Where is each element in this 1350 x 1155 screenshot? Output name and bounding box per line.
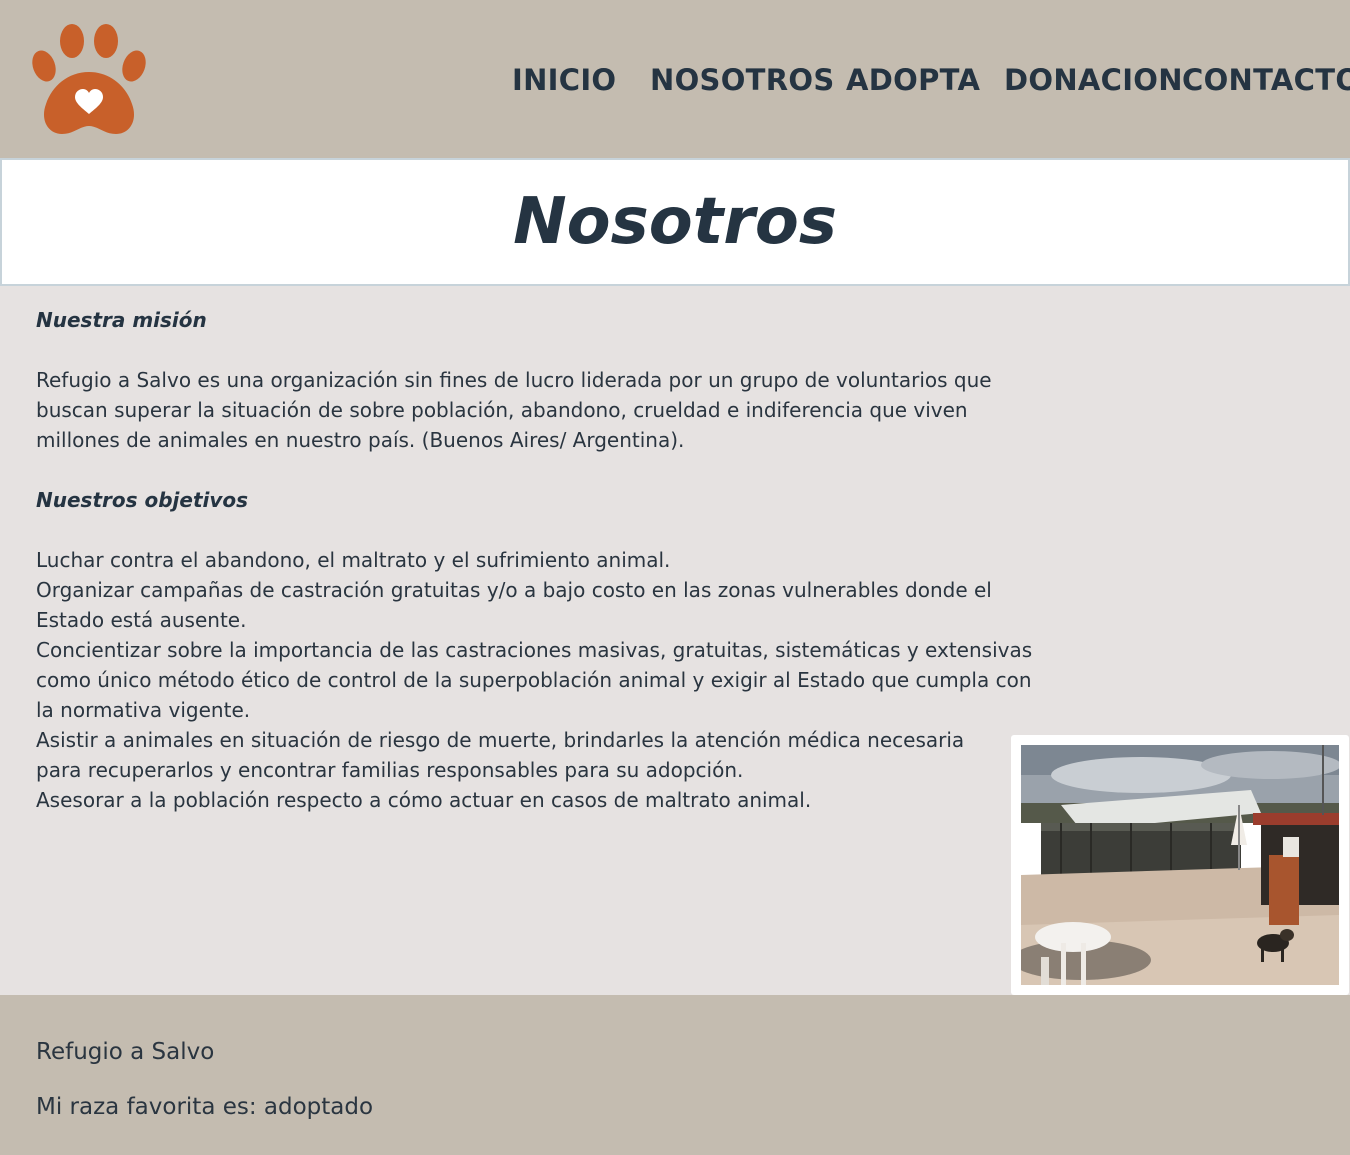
objectives-heading: Nuestros objetivos (36, 488, 249, 512)
shelter-photo-image (1021, 745, 1339, 985)
mission-text: Refugio a Salvo es una organización sin … (36, 368, 992, 452)
footer-name: Refugio a Salvo (36, 1039, 215, 1065)
objective-item: Luchar contra el abandono, el maltrato y… (36, 548, 671, 572)
shelter-photo-frame (1011, 735, 1349, 995)
nav-contacto[interactable]: CONTACTO (1182, 62, 1350, 98)
title-band: Nosotros (0, 158, 1350, 286)
objective-item: Asistir a animales en situación de riesg… (36, 728, 965, 782)
footer-tagline: Mi raza favorita es: adoptado (36, 1094, 374, 1120)
shelter-photo (1021, 745, 1339, 985)
mission-heading: Nuestra misión (36, 308, 207, 332)
nav-donacion[interactable]: DONACION (1004, 62, 1183, 98)
objective-item: Organizar campañas de castración gratuit… (36, 578, 992, 632)
nav-nosotros[interactable]: NOSOTROS (650, 62, 835, 98)
page-title: Nosotros (513, 185, 837, 259)
main-nav: INICIO NOSOTROS ADOPTA DONACION CONTACTO (0, 62, 1350, 102)
main-content: Nuestra misión Refugio a Salvo es una or… (36, 305, 1036, 815)
objective-item: Concientizar sobre la importancia de las… (36, 638, 1033, 722)
nav-inicio[interactable]: INICIO (512, 62, 616, 98)
nav-adopta[interactable]: ADOPTA (846, 62, 980, 98)
site-footer: Refugio a Salvo Mi raza favorita es: ado… (0, 995, 1350, 1155)
objective-item: Asesorar a la población respecto a cómo … (36, 788, 812, 812)
site-header: INICIO NOSOTROS ADOPTA DONACION CONTACTO (0, 0, 1350, 158)
